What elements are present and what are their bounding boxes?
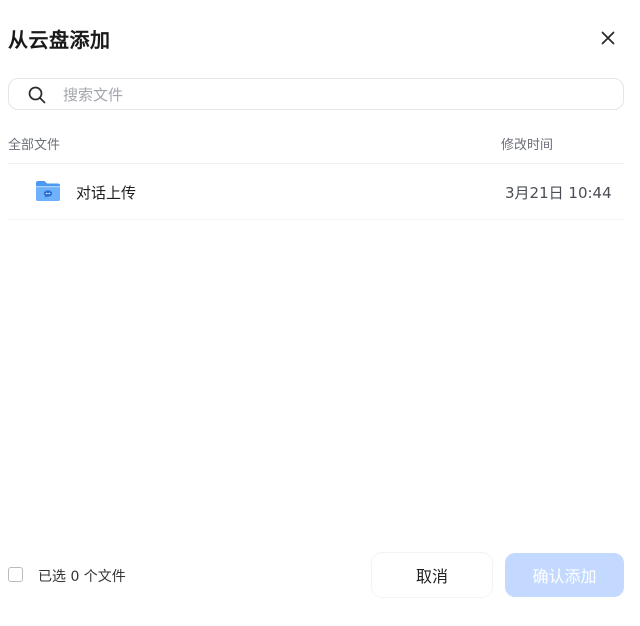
select-all-checkbox[interactable] bbox=[8, 567, 23, 582]
dialog-title: 从云盘添加 bbox=[8, 28, 111, 52]
add-from-cloud-dialog: 从云盘添加 全部文件 修改时间 对话上传 3月21日 10:44 bbox=[0, 0, 640, 626]
confirm-add-button[interactable]: 确认添加 bbox=[505, 553, 624, 597]
header-divider bbox=[8, 163, 624, 164]
close-icon bbox=[601, 31, 615, 45]
file-modified-time: 3月21日 10:44 bbox=[505, 184, 612, 202]
row-divider bbox=[8, 219, 624, 220]
search-input[interactable] bbox=[61, 82, 605, 108]
dialog-header: 从云盘添加 bbox=[8, 22, 624, 56]
selection-count: 已选 0 个文件 bbox=[38, 569, 126, 585]
close-button[interactable] bbox=[596, 26, 620, 50]
column-modified-time[interactable]: 修改时间 bbox=[501, 134, 553, 153]
chat-folder-icon bbox=[36, 181, 60, 201]
search-icon bbox=[28, 86, 46, 104]
search-box bbox=[8, 78, 624, 110]
column-all-files[interactable]: 全部文件 bbox=[8, 134, 60, 153]
cancel-button[interactable]: 取消 bbox=[372, 553, 492, 597]
table-row[interactable]: 对话上传 3月21日 10:44 bbox=[8, 166, 624, 218]
dialog-footer: 已选 0 个文件 取消 确认添加 bbox=[8, 552, 624, 598]
table-header: 全部文件 修改时间 bbox=[8, 134, 624, 154]
file-name: 对话上传 bbox=[76, 184, 137, 202]
